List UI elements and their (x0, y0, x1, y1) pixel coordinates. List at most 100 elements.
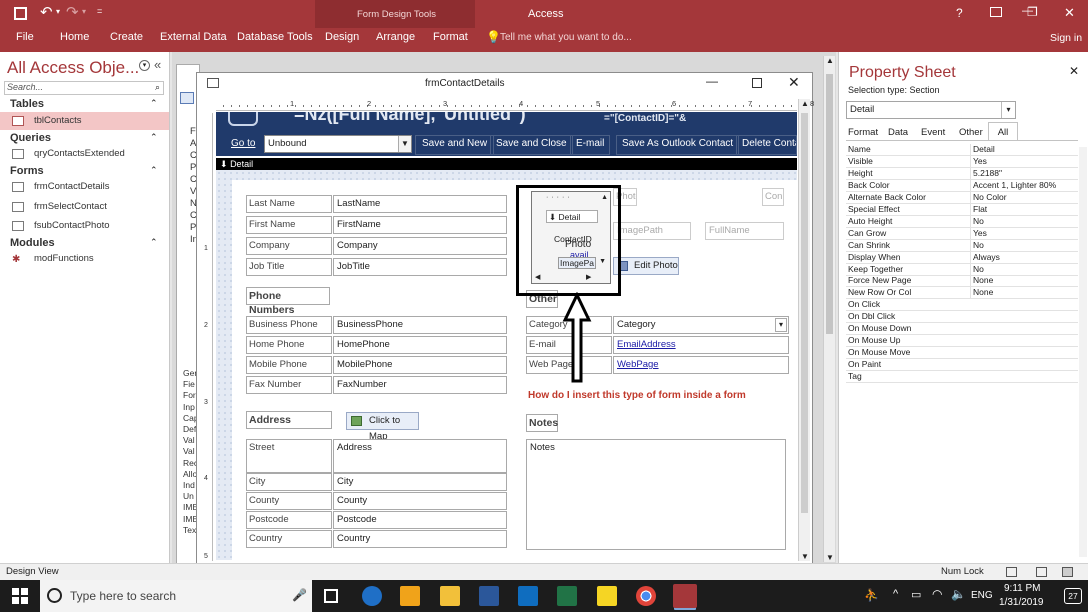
nav-item-frmselectcontact[interactable]: frmSelectContact (0, 198, 169, 216)
scroll-down-icon[interactable]: ▼ (826, 553, 834, 562)
delete-contact-button[interactable]: Delete Contact (736, 135, 797, 155)
nav-search-input[interactable]: Search... ⌕ (4, 81, 164, 95)
property-row[interactable]: Force New Page None (846, 275, 1078, 288)
property-row[interactable]: Keep Together No (846, 263, 1078, 276)
subform-detail-bar[interactable]: ⬇ Detail (546, 210, 598, 223)
last-name-label[interactable]: Last Name (246, 195, 332, 213)
address-header[interactable]: Address (246, 411, 332, 429)
detail-section-bar[interactable]: ⬇ Detail (216, 158, 797, 170)
subform-photo-label[interactable]: Photo (565, 239, 591, 250)
word-icon[interactable] (479, 586, 499, 606)
property-value[interactable]: None (970, 287, 1078, 299)
store-icon[interactable] (400, 586, 420, 606)
subform-dropdown-icon[interactable]: ▼ (599, 258, 606, 265)
form-scroll-down-icon[interactable]: ▼ (801, 552, 809, 561)
customize-toolbar-icon[interactable]: = (97, 6, 102, 16)
nav-item-qrycontactsextended[interactable]: qryContactsExtended (0, 145, 169, 163)
country-field[interactable]: Country (333, 530, 507, 548)
subform-scroll-left-icon[interactable]: ◀ (535, 273, 540, 281)
tab-home[interactable]: Home (60, 28, 89, 52)
clock-time[interactable]: 9:11 PM (1004, 583, 1041, 594)
form-maximize-icon[interactable] (752, 78, 762, 88)
form-scroll-up-icon[interactable]: ▲ (801, 99, 809, 108)
mobile-phone-label[interactable]: Mobile Phone (246, 356, 332, 374)
ribbon-display-icon[interactable] (990, 7, 1002, 17)
tab-database-tools[interactable]: Database Tools (237, 28, 313, 52)
prop-tab-all[interactable]: All (988, 122, 1018, 140)
property-row[interactable]: Special Effect Flat (846, 203, 1078, 216)
nav-group-tables[interactable]: Tables (10, 98, 44, 110)
email-field[interactable]: EmailAddress (613, 336, 789, 354)
volume-icon[interactable]: 🔈 (951, 587, 966, 601)
property-row[interactable]: Alternate Back Color No Color (846, 191, 1078, 204)
scroll-up-icon[interactable]: ▲ (826, 56, 834, 65)
tray-chevron-icon[interactable]: ^ (893, 588, 898, 600)
first-name-field[interactable]: FirstName (333, 216, 507, 234)
nav-group-modules[interactable]: Modules (10, 237, 55, 249)
save-and-new-button[interactable]: Save and New (415, 135, 495, 155)
network-icon[interactable]: ▭ (911, 588, 921, 601)
subform-control[interactable]: ····· ▲ ⬇ Detail ContactID Photo avail I… (531, 191, 611, 284)
property-value[interactable]: Flat (970, 203, 1078, 215)
property-row[interactable]: On Mouse Move (846, 347, 1078, 360)
selection-chevron-icon[interactable]: ▾ (1001, 102, 1015, 118)
property-value[interactable]: 5.2188" (970, 167, 1078, 179)
scroll-thumb[interactable] (826, 74, 833, 334)
property-row[interactable]: Display When Always (846, 251, 1078, 264)
save-and-close-button[interactable]: Save and Close (490, 135, 573, 155)
chrome-icon[interactable] (636, 586, 656, 606)
close-button[interactable]: ✕ (1064, 5, 1075, 21)
fax-number-label[interactable]: Fax Number (246, 376, 332, 394)
property-row[interactable]: Back Color Accent 1, Lighter 80% (846, 179, 1078, 192)
nav-header[interactable]: All Access Obje... (7, 58, 139, 78)
form-close-icon[interactable]: ✕ (788, 74, 800, 91)
nav-group-queries[interactable]: Queries (10, 132, 51, 144)
company-label[interactable]: Company (246, 237, 332, 255)
tab-format[interactable]: Format (433, 28, 468, 47)
subform-scroll-right-icon[interactable]: ▶ (586, 273, 591, 281)
county-label[interactable]: County (246, 492, 332, 510)
property-sheet-close-icon[interactable]: ✕ (1069, 64, 1079, 78)
collapse-forms-icon[interactable]: ⌃ (150, 165, 158, 176)
property-value[interactable]: No (970, 239, 1078, 251)
clock-date[interactable]: 1/31/2019 (999, 597, 1044, 608)
sticky-notes-icon[interactable] (597, 586, 617, 606)
image-path-field[interactable]: ImagePath (613, 222, 691, 240)
category-chevron-icon[interactable]: ▾ (775, 318, 787, 332)
home-phone-field[interactable]: HomePhone (333, 336, 507, 354)
design-view-icon[interactable] (1062, 567, 1073, 577)
outlook-icon[interactable] (518, 586, 538, 606)
access-icon[interactable] (673, 584, 697, 608)
tell-me-box[interactable]: Tell me what you want to do... (500, 32, 632, 43)
prop-tab-data[interactable]: Data (888, 127, 908, 138)
prop-tab-other[interactable]: Other (959, 127, 983, 138)
home-phone-label[interactable]: Home Phone (246, 336, 332, 354)
street-label[interactable]: Street (246, 439, 332, 473)
save-icon[interactable] (14, 7, 27, 20)
con-label-partial[interactable]: Con (762, 188, 784, 206)
fax-number-field[interactable]: FaxNumber (333, 376, 507, 394)
country-label[interactable]: Country (246, 530, 332, 548)
nav-item-tblcontacts[interactable]: tblContacts (0, 112, 169, 130)
property-value[interactable]: Always (970, 251, 1078, 263)
excel-icon[interactable] (557, 586, 577, 606)
selection-dropdown[interactable]: Detail ▾ (846, 101, 1016, 119)
wifi-icon[interactable]: ◠ (932, 587, 942, 601)
property-row[interactable]: Auto Height No (846, 215, 1078, 228)
property-row[interactable]: On Mouse Down (846, 323, 1078, 336)
tab-arrange[interactable]: Arrange (376, 28, 415, 47)
property-value[interactable]: No (970, 263, 1078, 275)
city-field[interactable]: City (333, 473, 507, 491)
tab-design[interactable]: Design (325, 28, 359, 47)
property-value[interactable]: No (970, 215, 1078, 227)
people-icon[interactable]: ⛹ (864, 588, 879, 602)
file-explorer-icon[interactable] (440, 586, 460, 606)
tab-file[interactable]: File (16, 28, 34, 52)
postcode-label[interactable]: Postcode (246, 511, 332, 529)
email-button[interactable]: E-mail (570, 135, 611, 155)
property-value[interactable]: No Color (970, 191, 1078, 203)
collapse-tables-icon[interactable]: ⌃ (150, 98, 158, 109)
web-page-field[interactable]: WebPage (613, 356, 789, 374)
business-phone-field[interactable]: BusinessPhone (333, 316, 507, 334)
property-row[interactable]: Can Shrink No (846, 239, 1078, 252)
